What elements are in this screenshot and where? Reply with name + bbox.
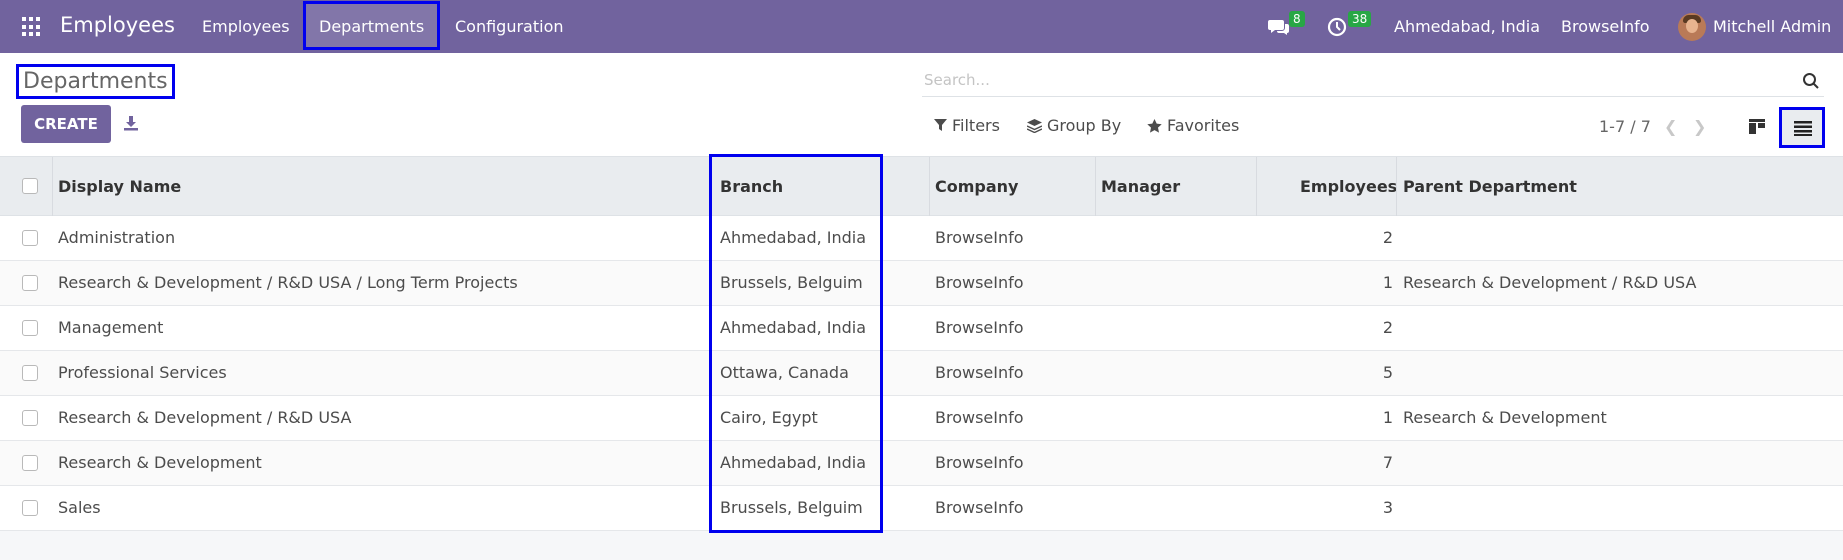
search-bar bbox=[922, 63, 1824, 97]
table-row[interactable]: Professional Services Ottawa, Canada Bro… bbox=[0, 351, 1843, 396]
row-checkbox[interactable] bbox=[22, 365, 38, 381]
table-row[interactable]: Research & Development / R&D USA / Long … bbox=[0, 261, 1843, 306]
select-all-checkbox[interactable] bbox=[22, 178, 38, 194]
column-separator bbox=[1095, 157, 1096, 216]
branch-switcher[interactable]: Ahmedabad, India bbox=[1394, 17, 1540, 36]
row-checkbox[interactable] bbox=[22, 410, 38, 426]
cell-display-name: Research & Development bbox=[58, 453, 262, 472]
cell-company: BrowseInfo bbox=[935, 453, 1024, 472]
menu-employees[interactable]: Employees bbox=[202, 17, 290, 36]
apps-menu-icon[interactable] bbox=[22, 17, 42, 37]
column-separator bbox=[929, 157, 930, 216]
table-row[interactable]: Sales Brussels, Belguim BrowseInfo 3 bbox=[0, 486, 1843, 531]
row-checkbox[interactable] bbox=[22, 275, 38, 291]
cell-parent-department: Research & Development / R&D USA bbox=[1403, 273, 1697, 292]
pager-next-icon[interactable]: ❯ bbox=[1693, 117, 1706, 136]
cell-employees: 2 bbox=[1382, 228, 1393, 247]
kanban-view-icon[interactable] bbox=[1748, 117, 1766, 135]
row-checkbox[interactable] bbox=[22, 455, 38, 471]
cell-display-name: Sales bbox=[58, 498, 101, 517]
header-display-name[interactable]: Display Name bbox=[58, 177, 181, 196]
messages-count-badge: 8 bbox=[1289, 11, 1305, 27]
search-icon[interactable] bbox=[1802, 72, 1820, 90]
list-view-button[interactable] bbox=[1779, 107, 1825, 148]
cell-display-name: Professional Services bbox=[58, 363, 227, 382]
column-separator bbox=[1256, 157, 1257, 216]
page-title[interactable]: Departments bbox=[16, 64, 175, 99]
table-row[interactable]: Research & Development Ahmedabad, India … bbox=[0, 441, 1843, 486]
cell-employees: 7 bbox=[1382, 453, 1393, 472]
cell-employees: 5 bbox=[1382, 363, 1393, 382]
column-separator bbox=[52, 157, 53, 216]
pager-previous-icon[interactable]: ❮ bbox=[1664, 117, 1677, 136]
cell-branch: Brussels, Belguim bbox=[720, 498, 863, 517]
header-branch[interactable]: Branch bbox=[720, 177, 783, 196]
cell-company: BrowseInfo bbox=[935, 498, 1024, 517]
header-manager[interactable]: Manager bbox=[1101, 177, 1180, 196]
top-navbar: Employees Employees Departments Configur… bbox=[0, 0, 1843, 53]
header-employees[interactable]: Employees bbox=[1300, 177, 1397, 196]
cell-company: BrowseInfo bbox=[935, 318, 1024, 337]
filter-icon bbox=[934, 119, 947, 131]
messages-icon[interactable] bbox=[1268, 17, 1290, 37]
departments-table: Display Name Branch Company Manager Empl… bbox=[0, 157, 1843, 531]
table-row[interactable]: Administration Ahmedabad, India BrowseIn… bbox=[0, 216, 1843, 261]
group-by-button[interactable]: Group By bbox=[1027, 116, 1121, 135]
layers-icon bbox=[1027, 118, 1042, 133]
app-title[interactable]: Employees bbox=[60, 13, 175, 37]
filters-label: Filters bbox=[952, 116, 1000, 135]
table-row[interactable]: Research & Development / R&D USA Cairo, … bbox=[0, 396, 1843, 441]
row-checkbox[interactable] bbox=[22, 230, 38, 246]
cell-company: BrowseInfo bbox=[935, 363, 1024, 382]
star-icon bbox=[1147, 118, 1162, 133]
company-switcher[interactable]: BrowseInfo bbox=[1561, 17, 1650, 36]
cell-display-name: Management bbox=[58, 318, 164, 337]
cell-company: BrowseInfo bbox=[935, 273, 1024, 292]
cell-employees: 2 bbox=[1382, 318, 1393, 337]
user-avatar[interactable] bbox=[1678, 13, 1706, 41]
cell-company: BrowseInfo bbox=[935, 228, 1024, 247]
table-row[interactable]: Management Ahmedabad, India BrowseInfo 2 bbox=[0, 306, 1843, 351]
cell-branch: Ahmedabad, India bbox=[720, 453, 867, 472]
control-panel: Departments CREATE Filters Group By Favo… bbox=[0, 53, 1843, 157]
table-header: Display Name Branch Company Manager Empl… bbox=[0, 157, 1843, 216]
menu-configuration[interactable]: Configuration bbox=[455, 17, 564, 36]
header-company[interactable]: Company bbox=[935, 177, 1018, 196]
menu-departments[interactable]: Departments bbox=[319, 17, 424, 36]
cell-employees: 1 bbox=[1382, 273, 1393, 292]
favorites-button[interactable]: Favorites bbox=[1147, 116, 1239, 135]
list-view-icon bbox=[1794, 121, 1812, 136]
header-parent-department[interactable]: Parent Department bbox=[1403, 177, 1577, 196]
cell-employees: 1 bbox=[1382, 408, 1393, 427]
cell-parent-department: Research & Development bbox=[1403, 408, 1607, 427]
search-input[interactable] bbox=[922, 63, 1824, 96]
cell-display-name: Research & Development / R&D USA bbox=[58, 408, 352, 427]
cell-display-name: Research & Development / R&D USA / Long … bbox=[58, 273, 518, 292]
pager-value[interactable]: 1-7 / 7 bbox=[1599, 117, 1651, 136]
row-checkbox[interactable] bbox=[22, 320, 38, 336]
filters-button[interactable]: Filters bbox=[934, 116, 1000, 135]
activity-clock-icon[interactable] bbox=[1327, 17, 1349, 37]
cell-employees: 3 bbox=[1382, 498, 1393, 517]
cell-company: BrowseInfo bbox=[935, 408, 1024, 427]
row-checkbox[interactable] bbox=[22, 500, 38, 516]
cell-branch: Brussels, Belguim bbox=[720, 273, 863, 292]
cell-branch: Ahmedabad, India bbox=[720, 318, 867, 337]
table-body: Administration Ahmedabad, India BrowseIn… bbox=[0, 216, 1843, 531]
download-icon[interactable] bbox=[123, 115, 139, 131]
cell-branch: Cairo, Egypt bbox=[720, 408, 818, 427]
favorites-label: Favorites bbox=[1167, 116, 1240, 135]
column-separator bbox=[1396, 157, 1397, 216]
activities-count-badge: 38 bbox=[1348, 11, 1372, 27]
cell-branch: Ottawa, Canada bbox=[720, 363, 849, 382]
cell-display-name: Administration bbox=[58, 228, 176, 247]
cell-branch: Ahmedabad, India bbox=[720, 228, 867, 247]
user-menu[interactable]: Mitchell Admin bbox=[1713, 17, 1831, 36]
group-by-label: Group By bbox=[1047, 116, 1122, 135]
create-button[interactable]: CREATE bbox=[21, 105, 111, 143]
